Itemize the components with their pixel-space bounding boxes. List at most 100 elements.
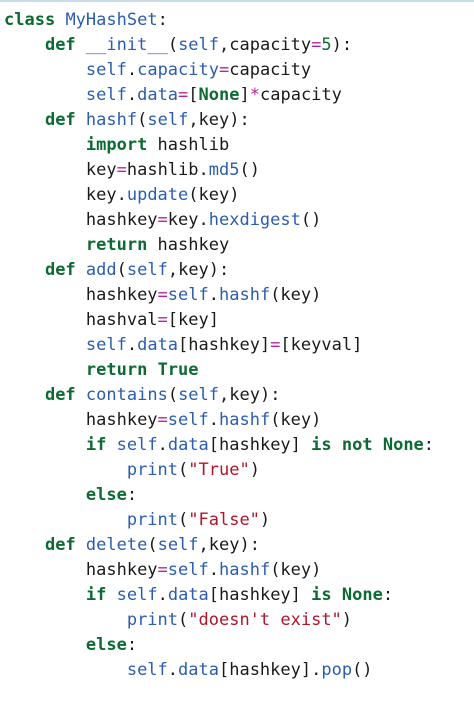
code-token: ( bbox=[167, 385, 179, 405]
code-line: self.data[hashkey]=[keyval] bbox=[4, 333, 434, 358]
code-token: "True" bbox=[188, 460, 250, 480]
code-token: hexdigest bbox=[208, 210, 301, 230]
code-line: def contains(self,key): bbox=[4, 383, 434, 408]
code-token: [key] bbox=[167, 310, 219, 330]
code-token: self bbox=[116, 585, 158, 605]
code-token: self bbox=[85, 335, 127, 355]
code-token: () bbox=[352, 660, 373, 680]
code-line: hashkey=self.hashf(key) bbox=[4, 558, 434, 583]
code-line: key=hashlib.md5() bbox=[4, 158, 434, 183]
code-token: = bbox=[116, 160, 127, 180]
code-token: . bbox=[208, 410, 219, 430]
code-token: hashval bbox=[85, 310, 158, 330]
code-token: data bbox=[167, 435, 209, 455]
code-line: key.update(key) bbox=[4, 183, 434, 208]
code-token: capacity bbox=[260, 85, 342, 105]
code-token: ) bbox=[259, 510, 271, 530]
code-token: ) bbox=[341, 610, 353, 630]
code-line: def delete(self,key): bbox=[4, 533, 434, 558]
code-token: [hashkey]. bbox=[218, 660, 322, 680]
code-token: def bbox=[44, 385, 76, 405]
code-line: else: bbox=[4, 483, 434, 508]
code-token: if bbox=[85, 435, 107, 455]
code-token: . bbox=[157, 435, 168, 455]
code-token: ( bbox=[147, 535, 158, 555]
code-token: import bbox=[85, 135, 148, 155]
code-token: hashf bbox=[219, 560, 271, 580]
code-token: hashkey bbox=[85, 210, 158, 230]
code-token: self bbox=[178, 35, 220, 55]
code-token: True bbox=[157, 360, 199, 380]
code-token: : bbox=[423, 435, 435, 455]
code-token: = bbox=[157, 560, 168, 580]
code-token: else bbox=[85, 635, 127, 655]
code-token: update bbox=[126, 185, 189, 205]
code-token: print bbox=[126, 510, 179, 530]
code-token: self bbox=[147, 110, 189, 130]
code-line: hashval=[key] bbox=[4, 308, 434, 333]
code-token: = bbox=[157, 285, 168, 305]
code-token: return bbox=[85, 235, 148, 255]
code-token: key. bbox=[85, 185, 127, 205]
code-editor[interactable]: class MyHashSet: def __init__(self,capac… bbox=[0, 0, 474, 707]
code-token: def bbox=[44, 260, 76, 280]
code-token: def bbox=[44, 35, 76, 55]
code-token: [keyval] bbox=[280, 335, 363, 355]
code-token: return bbox=[85, 360, 148, 380]
code-token: ( bbox=[178, 460, 189, 480]
code-token: hashkey bbox=[85, 410, 158, 430]
code-token: = bbox=[311, 35, 322, 55]
code-token: 5 bbox=[321, 35, 332, 55]
code-token: print bbox=[126, 610, 179, 630]
code-token: self bbox=[126, 660, 168, 680]
code-token: print bbox=[126, 460, 179, 480]
code-token: None bbox=[198, 85, 240, 105]
code-token: not bbox=[341, 435, 373, 455]
code-token: hashkey bbox=[85, 285, 158, 305]
code-token: def bbox=[44, 535, 76, 555]
code-token: [hashkey] bbox=[208, 435, 312, 455]
code-token: ,key): bbox=[167, 260, 230, 280]
code-token: "doesn't exist" bbox=[188, 610, 342, 630]
code-token: __init__ bbox=[85, 35, 168, 55]
code-token: [hashkey] bbox=[178, 335, 271, 355]
code-token: () bbox=[239, 160, 260, 180]
code-token: * bbox=[249, 85, 260, 105]
code-token: self bbox=[126, 260, 168, 280]
code-line: print("True") bbox=[4, 458, 434, 483]
code-token: ,capacity bbox=[219, 35, 312, 55]
code-token: ) bbox=[249, 460, 260, 480]
code-token: = bbox=[157, 210, 168, 230]
code-token: self bbox=[85, 60, 127, 80]
code-token: [hashkey] bbox=[208, 585, 312, 605]
code-token: = bbox=[157, 310, 168, 330]
code-line: print("doesn't exist") bbox=[4, 608, 434, 633]
code-token: ( bbox=[116, 260, 127, 280]
code-token: ( bbox=[178, 510, 189, 530]
code-token: . bbox=[208, 285, 219, 305]
code-block: class MyHashSet: def __init__(self,capac… bbox=[4, 8, 434, 683]
code-token: data bbox=[178, 660, 219, 680]
code-token: [ bbox=[188, 85, 199, 105]
code-line: self.data[hashkey].pop() bbox=[4, 658, 434, 683]
code-token: self bbox=[116, 435, 158, 455]
code-token: MyHashSet bbox=[65, 10, 158, 30]
code-line: def hashf(self,key): bbox=[4, 108, 434, 133]
code-line: class MyHashSet: bbox=[4, 8, 434, 33]
